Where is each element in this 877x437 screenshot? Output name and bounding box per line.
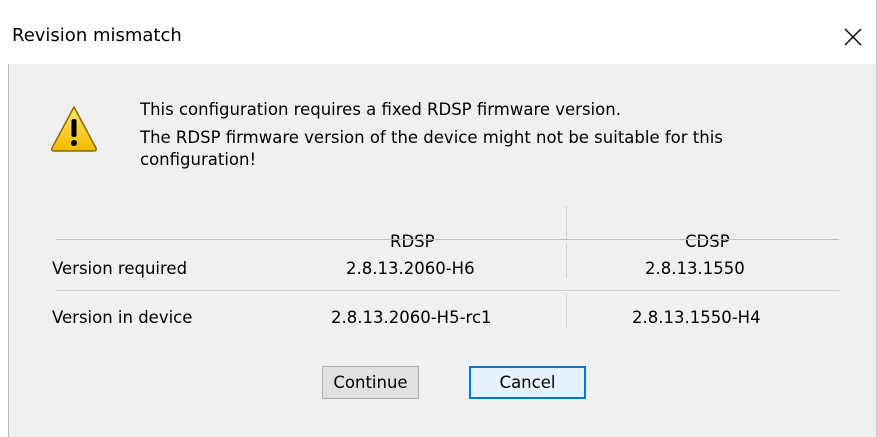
row-label-version-required: Version required [52, 259, 188, 278]
column-header-cdsp: CDSP [685, 232, 730, 251]
continue-button[interactable]: Continue [322, 366, 419, 399]
title-bar: Revision mismatch [0, 0, 876, 64]
header-separator [56, 239, 839, 240]
column-header-rdsp: RDSP [390, 232, 435, 251]
message-line-1: This configuration requires a fixed RDSP… [140, 100, 621, 119]
message-line-2: The RDSP firmware version of the device … [140, 128, 723, 147]
rdsp-version-required: 2.8.13.2060-H6 [346, 259, 475, 278]
revision-mismatch-dialog: Revision mismatch This configuration req… [0, 0, 877, 437]
cdsp-version-in-device: 2.8.13.1550-H4 [632, 308, 761, 327]
warning-icon [51, 106, 97, 152]
cancel-button[interactable]: Cancel [469, 366, 586, 399]
close-button[interactable] [830, 18, 876, 58]
row-label-version-in-device: Version in device [52, 308, 193, 327]
cdsp-version-required: 2.8.13.1550 [645, 259, 745, 278]
rdsp-version-in-device: 2.8.13.2060-H5-rc1 [331, 308, 492, 327]
close-icon [844, 28, 862, 46]
window-left-border [0, 64, 9, 437]
header-column-divider [566, 206, 567, 240]
row2-column-divider [566, 294, 567, 328]
row-separator [56, 290, 839, 291]
message-line-3: configuration! [140, 150, 257, 169]
dialog-content: This configuration requires a fixed RDSP… [9, 64, 876, 437]
row1-column-divider [566, 244, 567, 278]
dialog-title: Revision mismatch [12, 25, 182, 46]
